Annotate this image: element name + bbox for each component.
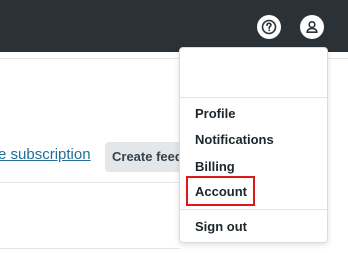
- create-feed-button-label: Create feed: [112, 149, 183, 164]
- content-divider: [0, 248, 180, 249]
- user-avatar-icon: [306, 20, 318, 33]
- content-divider: [0, 182, 180, 183]
- menu-item-sign-out[interactable]: Sign out: [195, 219, 247, 234]
- user-menu-button[interactable]: [300, 15, 324, 39]
- question-circle-icon: [261, 19, 277, 35]
- app-root: e subscription Create feed Profile Notif…: [0, 0, 348, 253]
- menu-item-profile[interactable]: Profile: [195, 106, 235, 121]
- top-navigation-bar: [0, 0, 348, 52]
- help-button[interactable]: [257, 15, 281, 39]
- menu-item-notifications[interactable]: Notifications: [195, 132, 274, 147]
- menu-divider: [180, 209, 327, 210]
- menu-item-billing[interactable]: Billing: [195, 159, 235, 174]
- subscription-link[interactable]: e subscription: [0, 146, 91, 163]
- user-dropdown-menu: Profile Notifications Billing Account Si…: [179, 47, 328, 243]
- account-highlight-box: [186, 176, 255, 206]
- menu-divider: [180, 97, 327, 98]
